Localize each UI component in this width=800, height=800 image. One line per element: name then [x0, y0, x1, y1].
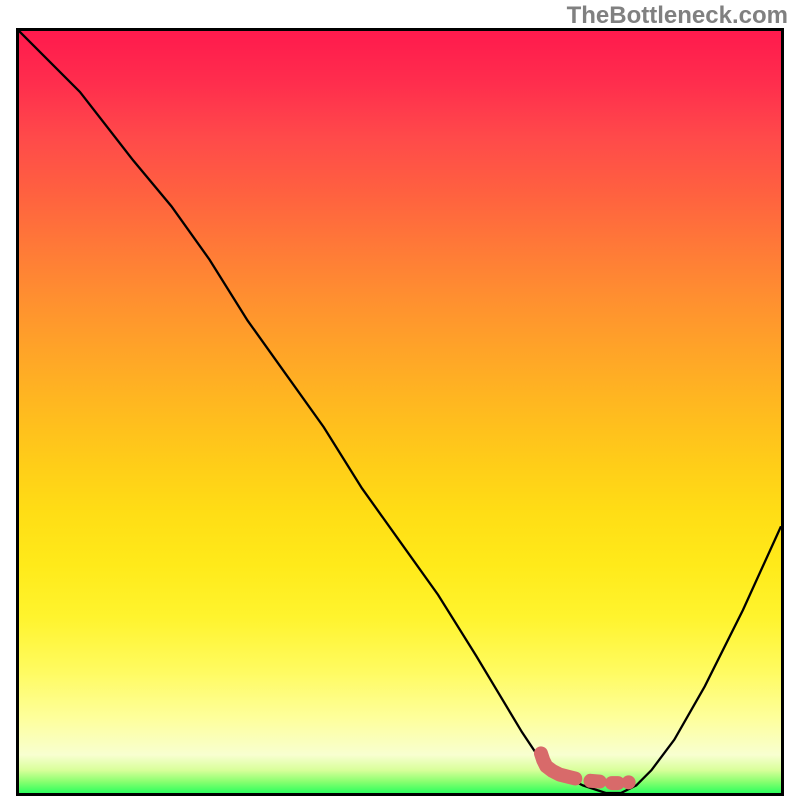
plot-area	[16, 28, 784, 796]
optimal-range-highlight	[541, 753, 629, 783]
chart-svg	[19, 31, 781, 793]
optimal-segment-thick	[541, 753, 575, 778]
optimal-segment-dash1	[591, 781, 600, 782]
chart-container: TheBottleneck.com	[0, 0, 800, 800]
bottleneck-curve	[19, 31, 781, 793]
watermark-text: TheBottleneck.com	[567, 2, 788, 30]
